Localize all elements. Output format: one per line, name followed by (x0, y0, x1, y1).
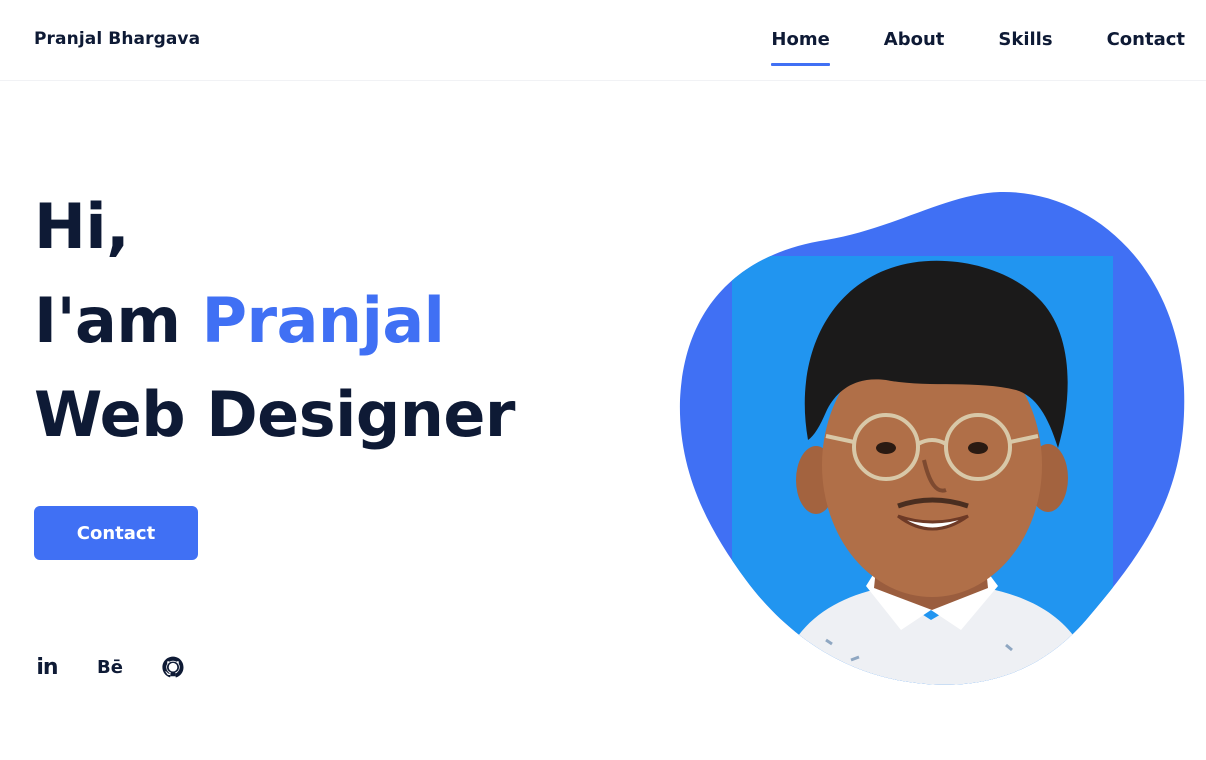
linkedin-icon[interactable]: in (34, 654, 60, 680)
behance-icon[interactable]: Bē (97, 654, 123, 680)
hero-greeting: Hi, (34, 190, 130, 263)
hero-name: Pranjal (201, 284, 445, 357)
nav-contact[interactable]: Contact (1107, 28, 1185, 68)
nav-skills[interactable]: Skills (998, 28, 1052, 68)
nav-home[interactable]: Home (771, 28, 831, 68)
github-glyph (162, 656, 184, 678)
hero-intro-prefix: I'am (34, 284, 202, 357)
profile-photo (679, 191, 1185, 685)
main-nav: Home About Skills Contact (771, 28, 1185, 68)
hero-intro: I'am Pranjal (34, 290, 445, 352)
hero-role: Web Designer (34, 378, 516, 451)
site-header: Pranjal Bhargava Home About Skills Conta… (0, 0, 1206, 81)
site-logo[interactable]: Pranjal Bhargava (34, 29, 200, 49)
contact-button[interactable]: Contact (34, 506, 198, 560)
social-links: in Bē (34, 654, 186, 680)
github-icon[interactable] (160, 654, 186, 680)
nav-about[interactable]: About (884, 28, 945, 68)
